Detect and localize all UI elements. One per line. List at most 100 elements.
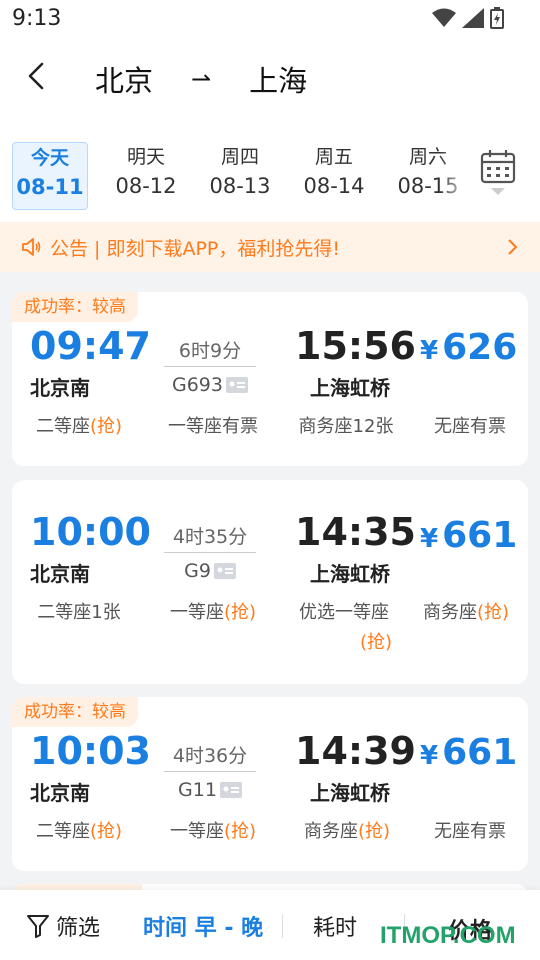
seat-name: 二等座 <box>35 821 90 842</box>
seat-name: 商务座12张 <box>298 416 394 437</box>
seat-name: 商务座 <box>422 602 477 623</box>
date-tab-today[interactable]: 今天 08-11 <box>12 142 88 210</box>
travel-duration: 4时35分 <box>164 522 256 553</box>
seat-info: 无座有票 <box>418 412 522 442</box>
arrival-station: 上海虹桥 <box>310 781 390 805</box>
train-number-text: G11 <box>178 779 217 801</box>
date-value: 08-11 <box>16 175 84 199</box>
date-selector: 今天 08-11 明天 08-12 周四 08-13 周五 08-14 周六 0… <box>0 128 540 222</box>
seat-status: (抢) <box>359 632 393 653</box>
price-value: 661 <box>442 515 518 556</box>
departure-station: 北京南 <box>30 376 90 400</box>
date-weekday: 周五 <box>314 146 353 168</box>
funnel-icon <box>27 915 49 938</box>
arrival-station: 上海虹桥 <box>310 376 390 400</box>
train-number: G11 <box>164 779 256 801</box>
success-rate-badge: 成功率：较高 <box>12 697 138 727</box>
seat-status: (抢) <box>89 821 123 842</box>
sort-by-time-button[interactable]: 时间 早 - 晚 <box>143 910 263 942</box>
seat-name: 一等座 <box>169 821 224 842</box>
status-bar: 9:13 <box>0 0 540 38</box>
seat-info: 商务座(抢) <box>294 817 400 847</box>
train-card[interactable]: 成功率：较高 10:03 北京南 4时36分 G11 14:39 上海虹桥 ¥6… <box>12 697 528 871</box>
departure-time: 10:00 <box>30 510 151 554</box>
date-tab[interactable]: 周四 08-13 <box>202 142 278 210</box>
date-fade <box>440 138 470 218</box>
seat-info: 一等座(抢) <box>157 598 269 628</box>
ticket-price: ¥626 <box>420 326 517 373</box>
train-card[interactable]: 成功率：较高 09:47 北京南 6时9分 G693 15:56 上海虹桥 ¥6… <box>12 292 528 466</box>
to-city: 上海 <box>249 64 308 98</box>
seat-status: (抢) <box>357 821 391 842</box>
sort-by-duration-button[interactable]: 耗时 <box>313 910 357 942</box>
travel-duration: 6时9分 <box>164 336 256 367</box>
date-tab[interactable]: 明天 08-12 <box>108 142 184 210</box>
from-city: 北京 <box>95 64 154 98</box>
calendar-icon <box>480 150 516 195</box>
seat-info: 无座有票 <box>418 817 522 847</box>
status-icons <box>432 7 504 29</box>
train-number-text: G693 <box>172 374 223 396</box>
notice-text: 公告 | 即刻下载APP，福利抢先得! <box>50 237 341 260</box>
price-value: 661 <box>442 732 518 773</box>
seat-name: 二等座1张 <box>37 602 121 623</box>
ticket-price: ¥661 <box>420 731 517 778</box>
watermark: ITMOP.COM <box>380 922 516 949</box>
date-weekday: 周四 <box>220 146 259 168</box>
price-value: 626 <box>442 327 518 368</box>
currency-symbol: ¥ <box>420 336 439 366</box>
seat-name: 二等座 <box>35 416 90 437</box>
date-value: 08-12 <box>115 174 177 198</box>
train-number: G693 <box>164 374 256 396</box>
id-card-icon <box>213 563 236 579</box>
departure-time: 10:03 <box>30 729 151 773</box>
back-arrow-icon <box>28 62 44 90</box>
route-arrow-icon: ⇀ <box>191 65 212 93</box>
date-tab[interactable]: 周五 08-14 <box>296 142 372 210</box>
currency-symbol: ¥ <box>420 741 439 771</box>
seat-info: 商务座12张 <box>290 412 402 442</box>
train-number-text: G9 <box>184 560 211 582</box>
battery-icon <box>490 7 504 29</box>
departure-station: 北京南 <box>30 781 90 805</box>
ticket-price: ¥661 <box>420 514 517 561</box>
arrival-time: 15:56 <box>295 324 416 368</box>
seat-status: (抢) <box>223 821 257 842</box>
wifi-icon <box>432 8 456 27</box>
divider <box>282 914 283 938</box>
seat-name: 一等座 <box>169 602 224 623</box>
date-weekday: 明天 <box>126 146 165 168</box>
train-number: G9 <box>164 560 256 582</box>
notice-banner[interactable]: 公告 | 即刻下载APP，福利抢先得! <box>0 222 540 272</box>
seat-info: 商务座(抢) <box>414 598 518 628</box>
arrival-time: 14:39 <box>295 729 416 773</box>
seat-name: 无座有票 <box>434 821 506 842</box>
route-title: 北京 ⇀ 上海 <box>95 58 307 100</box>
signal-icon <box>462 8 484 28</box>
calendar-button[interactable] <box>476 148 520 208</box>
train-card[interactable]: 10:00 北京南 4时35分 G9 14:35 上海虹桥 ¥661 二等座1张… <box>12 480 528 684</box>
header: 北京 ⇀ 上海 <box>0 38 540 128</box>
back-button[interactable] <box>20 56 56 96</box>
status-time: 9:13 <box>12 6 62 31</box>
success-rate-badge: 成功率：较高 <box>12 292 138 322</box>
id-card-icon <box>226 377 248 393</box>
seat-name: 优选一等座 <box>299 602 389 623</box>
currency-symbol: ¥ <box>420 524 439 554</box>
seat-status: (抢) <box>223 602 257 623</box>
seat-name: 商务座 <box>303 821 358 842</box>
seat-name: 一等座有票 <box>168 416 258 437</box>
seat-name: 无座有票 <box>434 416 506 437</box>
travel-duration: 4时36分 <box>164 741 256 772</box>
filter-label: 筛选 <box>56 916 101 941</box>
chevron-right-icon <box>508 239 518 255</box>
id-card-icon <box>219 782 242 798</box>
date-value: 08-13 <box>209 174 271 198</box>
seat-info: 二等座1张 <box>24 598 134 628</box>
seat-info: 一等座(抢) <box>157 817 269 847</box>
departure-station: 北京南 <box>30 562 90 586</box>
departure-time: 09:47 <box>30 324 151 368</box>
arrival-time: 14:35 <box>295 510 416 554</box>
megaphone-icon <box>22 238 41 256</box>
filter-button[interactable]: 筛选 <box>26 910 100 942</box>
